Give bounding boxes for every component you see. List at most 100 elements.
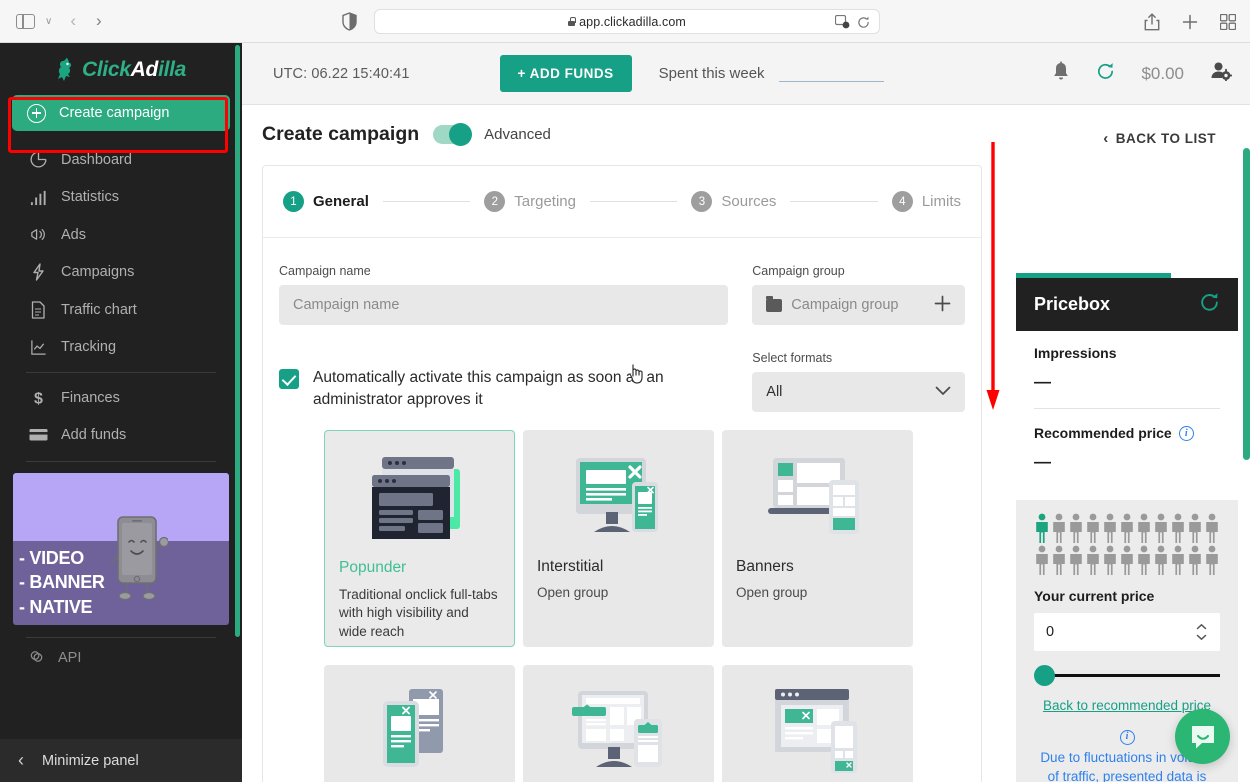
- brand-logo[interactable]: ClickAdilla: [0, 43, 242, 91]
- select-formats-dropdown[interactable]: All: [752, 372, 965, 412]
- format-card-popunder[interactable]: Popunder Traditional onclick full-tabs w…: [324, 430, 515, 647]
- person-icon: [1068, 545, 1084, 576]
- sidebar-item-label: Campaigns: [61, 264, 134, 280]
- format-card-web-push[interactable]: Web-push: [523, 665, 714, 782]
- campaign-form-card: 1 General 2 Targeting 3 Sources 4 Limits: [262, 165, 982, 782]
- balance-amount: $0.00: [1141, 64, 1184, 84]
- account-settings-icon[interactable]: [1210, 61, 1232, 86]
- bar-chart-icon: [28, 189, 48, 206]
- sidebar-item-statistics[interactable]: Statistics: [0, 179, 242, 217]
- format-cards-row-2: In-app: [279, 665, 965, 782]
- sidebar-scrollbar[interactable]: [235, 45, 240, 637]
- current-price-label: Your current price: [1034, 588, 1220, 604]
- step-targeting[interactable]: 2 Targeting: [484, 191, 576, 212]
- credit-card-icon: [28, 428, 48, 442]
- format-card-interstitial[interactable]: Interstitial Open group: [523, 430, 714, 647]
- sidebar-toggle-icon[interactable]: [16, 14, 35, 29]
- sidebar-item-campaigns[interactable]: Campaigns: [0, 254, 242, 292]
- forward-arrow-icon[interactable]: ›: [96, 11, 102, 31]
- recommended-price-label: Recommended price: [1034, 425, 1172, 441]
- sidebar-item-label: Traffic chart: [61, 302, 137, 318]
- promo-line-2: - BANNER: [19, 570, 105, 594]
- stepper-arrows-icon[interactable]: [1195, 623, 1208, 641]
- format-card-in-page-sticky[interactable]: In-page/Sticky: [722, 665, 913, 782]
- sidebar-item-dashboard[interactable]: Dashboard: [0, 141, 242, 179]
- person-icon: [1204, 545, 1220, 576]
- campaign-name-label: Campaign name: [279, 264, 728, 278]
- url-bar[interactable]: app.clickadilla.com: [374, 9, 880, 34]
- promo-banner[interactable]: - VIDEO - BANNER - NATIVE: [13, 473, 229, 625]
- current-price-stepper[interactable]: 0: [1034, 613, 1220, 651]
- add-funds-button[interactable]: + ADD FUNDS: [500, 55, 632, 92]
- impressions-label: Impressions: [1034, 345, 1220, 361]
- intercom-chat-button[interactable]: [1175, 709, 1230, 764]
- format-card-title: Interstitial: [537, 558, 700, 576]
- step-limits[interactable]: 4 Limits: [892, 191, 961, 212]
- url-text: app.clickadilla.com: [579, 15, 686, 29]
- back-arrow-icon[interactable]: ‹: [70, 11, 76, 31]
- person-icon: [1085, 545, 1101, 576]
- slider-knob[interactable]: [1034, 665, 1055, 686]
- format-card-title: Banners: [736, 558, 899, 576]
- plus-icon[interactable]: [1182, 14, 1198, 30]
- person-icon: [1187, 545, 1203, 576]
- person-icon: [1136, 545, 1152, 576]
- sidebar-item-add-funds[interactable]: Add funds: [0, 417, 242, 455]
- app-header: UTC: 06.22 15:40:41 + ADD FUNDS Spent th…: [242, 43, 1250, 105]
- person-icon: [1102, 545, 1118, 576]
- campaign-name-input[interactable]: [279, 285, 728, 325]
- back-to-list-label: BACK TO LIST: [1116, 131, 1216, 146]
- info-icon[interactable]: i: [1179, 426, 1194, 441]
- step-number: 4: [892, 191, 913, 212]
- person-icon: [1153, 545, 1169, 576]
- pricebox-refresh-icon[interactable]: [1199, 292, 1220, 318]
- step-general[interactable]: 1 General: [283, 191, 369, 212]
- create-campaign-button[interactable]: Create campaign: [12, 95, 230, 131]
- sidebar-item-tracking[interactable]: Tracking: [0, 329, 242, 367]
- price-slider[interactable]: [1034, 665, 1220, 685]
- page-title: Create campaign: [262, 123, 419, 146]
- logo-text: ClickAdilla: [82, 58, 186, 82]
- minimize-panel-button[interactable]: ‹ Minimize panel: [0, 739, 242, 782]
- person-icon: [1034, 545, 1050, 576]
- sidebar-item-ads[interactable]: Ads: [0, 216, 242, 254]
- sidebar-item-label: Dashboard: [61, 152, 132, 168]
- add-group-plus-icon[interactable]: [934, 295, 951, 316]
- bell-icon[interactable]: [1052, 61, 1070, 86]
- recommended-price-value: —: [1034, 452, 1220, 472]
- reload-icon[interactable]: [857, 16, 870, 29]
- auto-activate-label: Automatically activate this campaign as …: [313, 367, 728, 411]
- step-number: 2: [484, 191, 505, 212]
- select-formats-label: Select formats: [752, 351, 965, 365]
- advanced-toggle[interactable]: [433, 125, 470, 144]
- campaign-group-select[interactable]: Campaign group: [752, 285, 965, 325]
- step-connector: [590, 201, 677, 202]
- megaphone-icon: [28, 226, 48, 243]
- privacy-shield-icon[interactable]: [341, 12, 358, 31]
- person-icon: [1136, 513, 1152, 544]
- person-icon: [1034, 513, 1050, 544]
- refresh-icon[interactable]: [1096, 62, 1115, 86]
- inpage-art-icon: [736, 679, 899, 782]
- format-card-desc: Traditional onclick full-tabs with high …: [339, 586, 500, 641]
- tab-overview-icon[interactable]: [1220, 14, 1236, 30]
- main-scrollbar[interactable]: [1243, 148, 1250, 460]
- chevron-down-icon[interactable]: ∨: [45, 16, 52, 27]
- share-icon[interactable]: [1144, 13, 1160, 31]
- inapp-art-icon: [338, 679, 501, 782]
- format-card-in-app[interactable]: In-app: [324, 665, 515, 782]
- person-icon: [1051, 545, 1067, 576]
- person-icon: [1153, 513, 1169, 544]
- sidebar-item-finances[interactable]: $ Finances: [0, 379, 242, 417]
- sidebar-item-traffic-chart[interactable]: Traffic chart: [0, 291, 242, 329]
- back-to-list-button[interactable]: ‹ BACK TO LIST: [1103, 130, 1216, 147]
- dollar-icon: $: [28, 389, 48, 407]
- step-sources[interactable]: 3 Sources: [691, 191, 776, 212]
- auto-activate-checkbox[interactable]: [279, 369, 299, 389]
- pricebox-header: Pricebox: [1016, 278, 1238, 331]
- format-card-banners[interactable]: Banners Open group: [722, 430, 913, 647]
- sidebar-item-api[interactable]: API: [0, 638, 242, 678]
- extension-icon[interactable]: [835, 15, 850, 29]
- format-cards-row-1: Popunder Traditional onclick full-tabs w…: [279, 430, 965, 647]
- lock-icon: [568, 17, 575, 26]
